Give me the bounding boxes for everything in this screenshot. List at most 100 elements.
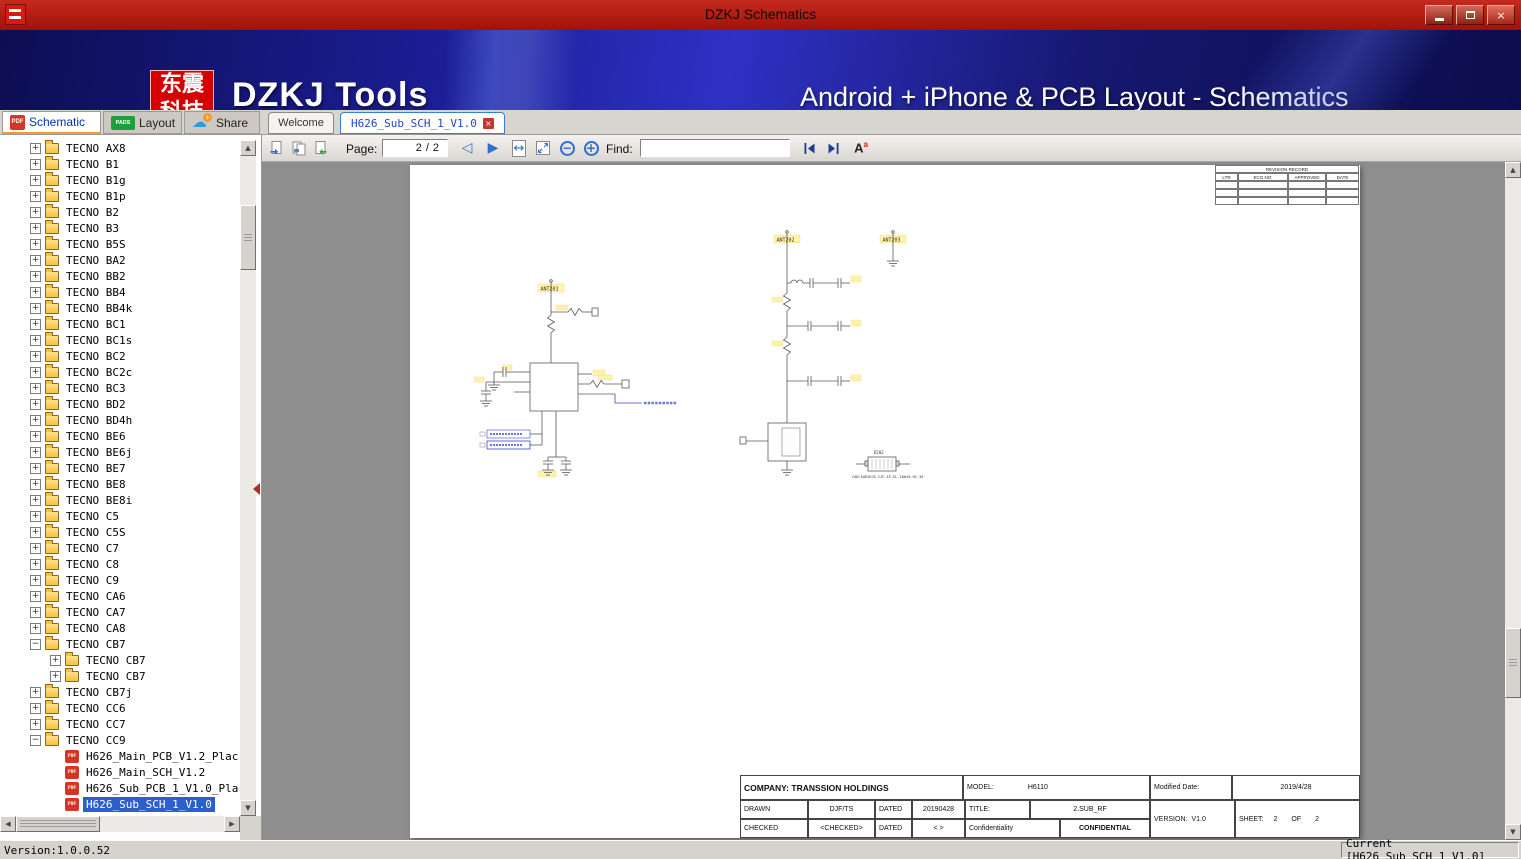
zoom-out-button[interactable]: − [558, 139, 576, 157]
tree-toggle[interactable]: + [30, 542, 41, 554]
next-page-button[interactable]: ▶ [484, 139, 502, 157]
tree-item[interactable]: − TECNO CC9 [0, 731, 239, 748]
tree-toggle[interactable]: + [30, 494, 41, 506]
tree-item[interactable]: + TECNO BE8i [0, 491, 239, 508]
tree-toggle[interactable]: + [30, 590, 41, 602]
find-previous-button[interactable] [800, 139, 818, 157]
tree-item[interactable]: + TECNO B2 [0, 203, 239, 220]
tree-item[interactable]: + TECNO BC2c [0, 363, 239, 380]
tree-item[interactable]: + TECNO BB2 [0, 267, 239, 284]
tree-toggle[interactable]: + [30, 334, 41, 346]
tree-toggle[interactable]: + [30, 606, 41, 618]
tree-toggle[interactable]: + [30, 462, 41, 474]
tree-item[interactable]: + TECNO BD4h [0, 411, 239, 428]
splitter-collapse-icon[interactable] [253, 483, 260, 495]
tree-toggle[interactable]: + [30, 366, 41, 378]
find-input[interactable] [640, 139, 790, 157]
tree-item[interactable]: + TECNO C7 [0, 539, 239, 556]
tree-item[interactable]: PDF H626_Main_SCH_V1.2 [0, 764, 239, 780]
zoom-in-button[interactable]: + [582, 139, 600, 157]
tree-toggle[interactable]: + [30, 702, 41, 714]
tree-item[interactable]: + TECNO B1 [0, 155, 239, 172]
tree-item[interactable]: + TECNO BB4k [0, 299, 239, 316]
sidebar-scroll-up-button[interactable]: ▲ [240, 140, 256, 156]
tree-item[interactable]: + TECNO B3 [0, 219, 239, 236]
tree-item[interactable]: + TECNO BC2 [0, 347, 239, 364]
tree-item[interactable]: + TECNO C5S [0, 523, 239, 540]
tree-toggle[interactable]: + [30, 174, 41, 186]
sidebar-scroll-down-button[interactable]: ▼ [240, 800, 256, 816]
tree-toggle[interactable]: + [30, 382, 41, 394]
page-number-input[interactable]: 2 / 2 [382, 139, 448, 157]
tree-item[interactable]: PDF H626_Sub_SCH_1_V1.0 [0, 796, 239, 812]
tab-share[interactable]: ☁ + Share [184, 111, 260, 134]
tree-toggle[interactable]: + [30, 478, 41, 490]
tree-toggle[interactable]: + [30, 222, 41, 234]
tree-toggle[interactable]: + [30, 190, 41, 202]
tree-toggle[interactable]: + [30, 142, 41, 154]
tree-item[interactable]: + TECNO BD2 [0, 395, 239, 412]
tree-toggle[interactable]: + [30, 350, 41, 362]
tree-item[interactable]: + TECNO BC3 [0, 379, 239, 396]
tree-toggle[interactable]: + [30, 526, 41, 538]
sidebar-scrollbar-thumb[interactable] [240, 205, 256, 270]
tree-toggle[interactable]: + [30, 686, 41, 698]
tree-toggle[interactable]: + [30, 238, 41, 250]
tree-item[interactable]: + TECNO C5 [0, 507, 239, 524]
tree-toggle[interactable]: + [30, 206, 41, 218]
content-scrollbar-track[interactable]: ▲ ▼ [1505, 162, 1521, 840]
tree-item[interactable]: + TECNO CC7 [0, 715, 239, 732]
tree-item[interactable]: + TECNO B1p [0, 187, 239, 204]
tree-item[interactable]: + TECNO B5S [0, 235, 239, 252]
page-layout-single-button[interactable] [268, 139, 286, 157]
tree-item[interactable]: + TECNO CC6 [0, 699, 239, 716]
tree-toggle[interactable]: + [30, 158, 41, 170]
find-next-button[interactable] [824, 139, 842, 157]
sidebar-hscrollbar-thumb[interactable] [16, 816, 100, 832]
close-button[interactable]: × [1487, 5, 1515, 25]
maximize-button[interactable] [1456, 5, 1484, 25]
sidebar-scroll-right-button[interactable]: ▶ [224, 816, 240, 832]
tree-item[interactable]: + TECNO CB7 [0, 667, 239, 684]
tree-item[interactable]: PDF H626_Main_PCB_V1.2_Placem [0, 748, 239, 764]
tree-item[interactable]: + TECNO BA2 [0, 251, 239, 268]
tree-toggle[interactable]: + [30, 574, 41, 586]
tree-item[interactable]: + TECNO CA7 [0, 603, 239, 620]
tree-item[interactable]: + TECNO BB4 [0, 283, 239, 300]
previous-page-button[interactable]: ◁ [458, 139, 476, 157]
font-size-button[interactable]: Aa [852, 139, 870, 157]
tree-toggle[interactable]: + [50, 654, 61, 666]
tree-toggle[interactable]: − [30, 638, 41, 650]
tab-welcome[interactable]: Welcome [268, 112, 334, 134]
tree-item[interactable]: + TECNO BC1 [0, 315, 239, 332]
tree-toggle[interactable]: + [30, 302, 41, 314]
tree-toggle[interactable]: − [30, 734, 41, 746]
content-scrollbar-thumb[interactable] [1505, 628, 1521, 698]
page-layout-continuous-button[interactable] [312, 139, 330, 157]
content-scroll-up-button[interactable]: ▲ [1505, 162, 1521, 178]
tree-item[interactable]: + TECNO B1g [0, 171, 239, 188]
tree-toggle[interactable]: + [30, 414, 41, 426]
tree-item[interactable]: + TECNO CB7 [0, 651, 239, 668]
tree-item[interactable]: + TECNO C8 [0, 555, 239, 572]
tab-schematic[interactable]: PDF Schematic [2, 111, 101, 134]
sidebar-hscrollbar-track[interactable]: ◀ ▶ [0, 816, 240, 832]
tree-item[interactable]: + TECNO CA8 [0, 619, 239, 636]
tree-item[interactable]: + TECNO BE7 [0, 459, 239, 476]
tree-item[interactable]: + TECNO AX8 [0, 140, 239, 156]
tree-toggle[interactable]: + [30, 286, 41, 298]
tree-toggle[interactable]: + [30, 318, 41, 330]
tree-item[interactable]: + TECNO BE8 [0, 475, 239, 492]
fit-width-button[interactable]: ↔ [510, 139, 528, 157]
close-tab-icon[interactable]: × [482, 117, 494, 129]
sidebar-scrollbar-track[interactable]: ▲ ▼ [240, 140, 256, 816]
tree-item[interactable]: + TECNO BE6 [0, 427, 239, 444]
tree-item[interactable]: − TECNO CB7 [0, 635, 239, 652]
tree-toggle[interactable]: + [30, 718, 41, 730]
tree-toggle[interactable]: + [30, 622, 41, 634]
tab-layout[interactable]: PADS Layout [103, 111, 182, 134]
tree-item[interactable]: + TECNO C9 [0, 571, 239, 588]
tree-item[interactable]: PDF H626_Sub_PCB_1_V1.0_Place [0, 780, 239, 796]
fit-page-button[interactable] [534, 139, 552, 157]
tree-toggle[interactable]: + [30, 558, 41, 570]
